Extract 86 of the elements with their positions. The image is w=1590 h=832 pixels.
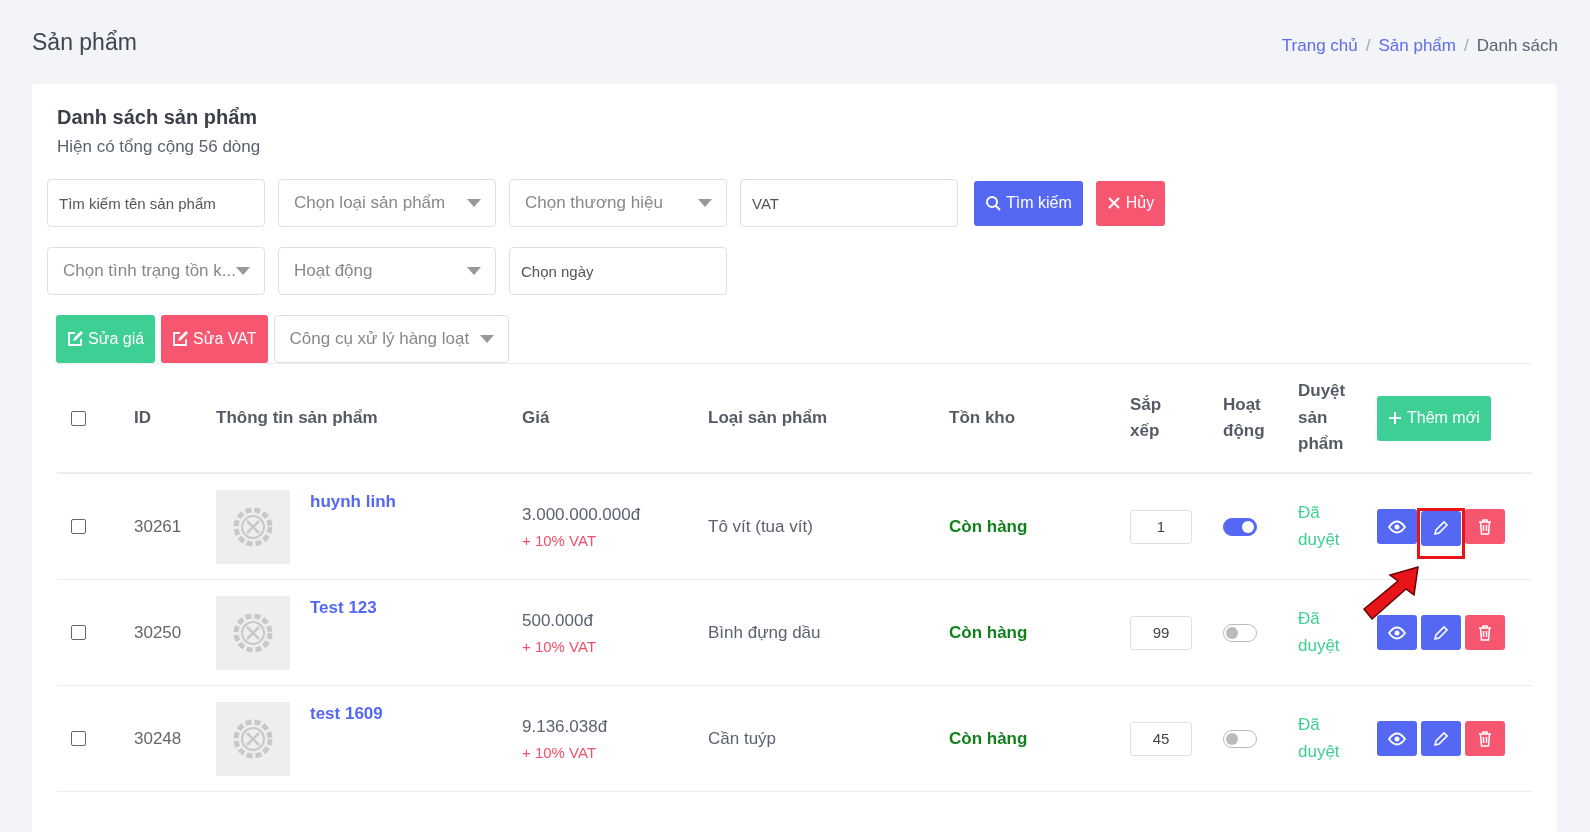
delete-button[interactable] <box>1465 509 1505 544</box>
caret-icon <box>467 267 481 275</box>
search-button[interactable]: Tìm kiếm <box>974 180 1083 226</box>
vat-text: + 10% VAT <box>522 743 597 761</box>
view-button[interactable] <box>1377 615 1417 650</box>
column-header: Thông tin sản phẩm <box>216 406 378 429</box>
product-name-link[interactable]: Test 123 <box>310 597 377 618</box>
cancel-button[interactable]: Hủy <box>1095 180 1166 226</box>
trash-icon <box>1478 518 1492 535</box>
sort-order-field[interactable]: 45 <box>1130 721 1192 756</box>
vat-text: + 10% VAT <box>522 531 597 549</box>
card-title: Danh sách sản phẩm <box>57 106 259 129</box>
price-text: 3.000.000.000đ <box>522 504 641 525</box>
edit-icon <box>67 331 83 347</box>
breadcrumb-separator: / <box>1464 36 1469 56</box>
active-toggle[interactable] <box>1223 517 1257 536</box>
view-button[interactable] <box>1377 509 1417 544</box>
trash-icon <box>1478 730 1492 747</box>
price-text: 9.136.038đ <box>522 716 608 737</box>
breadcrumb-link[interactable]: Trang chủ <box>1281 36 1358 56</box>
table-cell-text: 30250 <box>134 622 183 643</box>
table-cell-text: Tô vít (tua vít) <box>708 516 814 537</box>
edit-button[interactable] <box>1421 721 1461 756</box>
active-toggle[interactable] <box>1223 729 1257 748</box>
column-header: Giá <box>522 406 550 429</box>
vat-text: + 10% VAT <box>522 637 597 655</box>
breadcrumb-separator: / <box>1365 36 1371 56</box>
trash-icon <box>1478 624 1492 641</box>
table-cell-text: 30248 <box>134 728 183 749</box>
pencil-icon <box>1433 520 1449 536</box>
column-header: Sắp xếp <box>1130 393 1163 442</box>
approval-status: Đã duyệt <box>1298 608 1341 657</box>
page-title: Sản phẩm <box>32 28 137 56</box>
pencil-icon <box>1433 624 1449 641</box>
pencil-icon <box>1433 730 1449 747</box>
plus-icon <box>1388 411 1402 425</box>
caret-icon <box>479 335 494 343</box>
close-icon <box>1106 196 1121 210</box>
caret-icon <box>236 267 250 275</box>
view-button[interactable] <box>1377 721 1417 756</box>
select-dropdown[interactable]: Hoạt động <box>278 247 496 295</box>
input-field[interactable]: Tìm kiếm tên sản phẩm <box>47 179 265 227</box>
row-checkbox[interactable] <box>71 625 86 640</box>
column-header: Duyệt sản phẩm <box>1298 380 1347 456</box>
bulk-tools-dropdown[interactable]: Công cụ xử lý hàng loạt <box>273 315 509 363</box>
price-text: 500.000đ <box>522 610 593 631</box>
select-dropdown[interactable]: Chọn loại sản phẩm <box>278 179 496 227</box>
caret-icon <box>467 199 481 207</box>
column-header: ID <box>134 406 151 429</box>
column-header: Tồn kho <box>949 406 1016 429</box>
caret-icon <box>698 199 712 207</box>
edit-icon <box>172 331 189 347</box>
stock-status: Còn hàng <box>949 622 1029 643</box>
edit-vat-button[interactable]: Sửa VAT <box>161 315 268 363</box>
breadcrumb-current: Danh sách <box>1476 36 1558 56</box>
table-cell-text: Cần tuýp <box>708 728 778 749</box>
select-dropdown[interactable]: Chọn thương hiệu <box>509 179 727 227</box>
product-name-link[interactable]: huynh linh <box>310 491 396 512</box>
sort-order-field[interactable]: 1 <box>1130 509 1192 544</box>
input-field[interactable]: Chọn ngày <box>509 247 727 295</box>
delete-button[interactable] <box>1465 721 1505 756</box>
edit-button[interactable] <box>1421 510 1461 546</box>
eye-icon <box>1388 731 1406 746</box>
stock-status: Còn hàng <box>949 516 1029 537</box>
product-name-link[interactable]: test 1609 <box>310 703 383 724</box>
search-icon <box>985 195 1001 211</box>
stock-status: Còn hàng <box>949 728 1029 749</box>
eye-icon <box>1388 519 1406 534</box>
table-cell-text: Bình đựng dầu <box>708 622 822 643</box>
row-checkbox[interactable] <box>71 731 86 746</box>
edit-button[interactable] <box>1421 615 1461 650</box>
select-all-checkbox[interactable] <box>71 410 86 426</box>
row-checkbox[interactable] <box>71 519 86 534</box>
approval-status: Đã duyệt <box>1298 502 1341 551</box>
column-header: Hoạt động <box>1223 393 1266 442</box>
breadcrumb-link[interactable]: Sản phẩm <box>1378 36 1456 56</box>
row-count-text: Hiện có tổng cộng 56 dòng <box>57 137 262 157</box>
select-dropdown[interactable]: Chọn tình trạng tồn k... <box>47 247 265 295</box>
input-field[interactable]: VAT <box>740 179 958 227</box>
active-toggle[interactable] <box>1223 623 1257 642</box>
column-header: Loại sản phẩm <box>708 406 828 429</box>
table-cell-text: 30261 <box>134 516 183 537</box>
approval-status: Đã duyệt <box>1298 714 1341 763</box>
sort-order-field[interactable]: 99 <box>1130 615 1192 650</box>
eye-icon <box>1388 625 1406 640</box>
delete-button[interactable] <box>1465 615 1505 650</box>
